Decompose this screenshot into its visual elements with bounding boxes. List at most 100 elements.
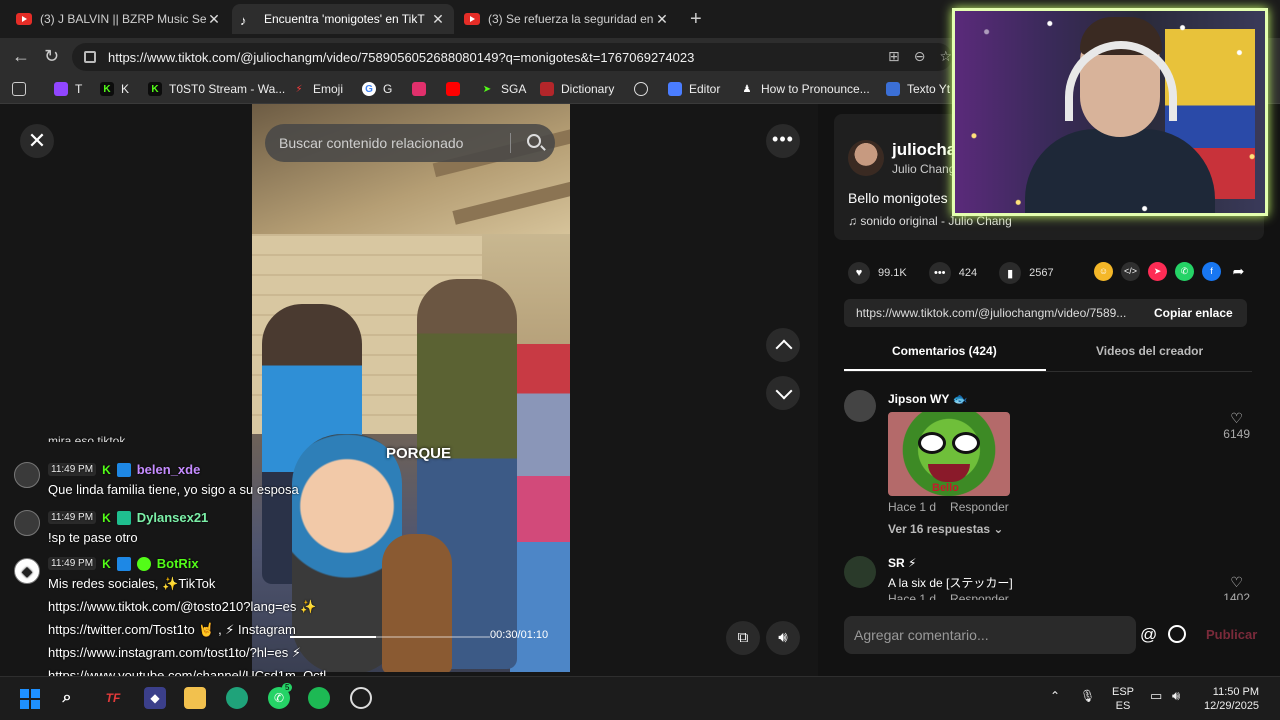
- reload-icon[interactable]: ↻: [44, 46, 59, 67]
- chat-link[interactable]: https://twitter.com/Tost1to 🤘 , ⚡ Instag…: [48, 622, 296, 638]
- reply-button[interactable]: Responder: [950, 592, 1009, 600]
- share-options: ☺ </> ➤ ✆ f ➦: [1094, 262, 1248, 281]
- close-tab-icon[interactable]: ✕: [206, 11, 222, 28]
- browser-tab-3[interactable]: (3) Se refuerza la seguridad en la c ✕: [456, 4, 678, 34]
- chat-cut-message: mira eso tiktok: [48, 434, 126, 442]
- send-icon[interactable]: ➤: [1148, 262, 1167, 281]
- tab-creator-videos[interactable]: Videos del creador: [1096, 344, 1203, 358]
- bookmark-editor[interactable]: Editor: [668, 82, 720, 96]
- video-frame-monigote: [382, 534, 452, 672]
- close-tab-icon[interactable]: ✕: [430, 11, 446, 28]
- comment-username[interactable]: SR ⚡: [888, 556, 916, 570]
- comment-meta: Hace 1 d Responder: [888, 500, 1009, 514]
- add-comment-bar: Agregar comentario... @ Publicar: [844, 616, 1262, 654]
- comment-button[interactable]: ••• 424: [928, 262, 977, 284]
- publish-button[interactable]: Publicar: [1206, 627, 1257, 642]
- bookmark-kick[interactable]: KK: [100, 82, 129, 96]
- bookmark-youtube[interactable]: [446, 82, 467, 96]
- browser-tab-2[interactable]: ♪ Encuentra 'monigotes' en TikT ✕: [232, 4, 454, 34]
- bookmarks-menu-icon[interactable]: [12, 82, 33, 96]
- youtube-icon: [464, 13, 480, 25]
- language-indicator[interactable]: ESP ES: [1112, 685, 1134, 713]
- browser-tab-1[interactable]: (3) J BALVIN || BZRP Music Session ✕: [8, 4, 230, 34]
- chat-link[interactable]: https://www.instagram.com/tost1to/?hl=es…: [48, 645, 301, 661]
- avatar[interactable]: [844, 390, 876, 422]
- view-replies-button[interactable]: Ver 16 respuestas ⌄: [888, 522, 1003, 536]
- coin-icon[interactable]: ☺: [1094, 262, 1113, 281]
- bolt-icon: ⚡: [295, 83, 303, 95]
- chat-text: Mis redes sociales, ✨TikTok: [48, 576, 216, 591]
- copy-link-button[interactable]: Copiar enlace: [1144, 306, 1233, 320]
- whatsapp-badge: 5: [282, 683, 293, 692]
- previous-video-button[interactable]: [766, 328, 800, 362]
- tab-title: (3) J BALVIN || BZRP Music Session: [40, 12, 206, 26]
- video-description: Bello monigotes: [848, 190, 948, 206]
- more-options-button[interactable]: •••: [766, 124, 800, 158]
- creator-username[interactable]: juliocha: [892, 140, 956, 160]
- close-video-button[interactable]: ✕: [20, 124, 54, 158]
- bookmark-instagram[interactable]: [412, 82, 433, 96]
- reply-button[interactable]: Responder: [950, 500, 1009, 514]
- avatar[interactable]: [844, 556, 876, 588]
- avatar[interactable]: [848, 140, 884, 176]
- next-video-button[interactable]: [766, 376, 800, 410]
- kick-icon: K: [102, 510, 111, 525]
- music-link[interactable]: ♫ sonido original - Julio Chang: [848, 214, 1012, 228]
- file-explorer-icon[interactable]: [184, 687, 206, 709]
- bookmark-twitch[interactable]: T: [54, 82, 82, 96]
- share-arrow-icon[interactable]: ➦: [1229, 262, 1248, 281]
- bookmark-sga[interactable]: ➤ SGA: [480, 82, 527, 96]
- like-button[interactable]: ♥ 99.1K: [848, 262, 907, 284]
- app-diamond-icon[interactable]: ◆: [144, 687, 166, 709]
- instagram-icon: [412, 82, 426, 96]
- kick-icon: K: [102, 556, 111, 571]
- edge-browser-icon[interactable]: [226, 687, 248, 709]
- copy-link-box: https://www.tiktok.com/@juliochangm/vide…: [844, 299, 1247, 327]
- bookmark-emoji[interactable]: ⚡ Emoji: [292, 82, 343, 96]
- new-tab-button[interactable]: +: [690, 8, 702, 31]
- app-tf-icon[interactable]: TF: [102, 687, 124, 709]
- spotify-icon[interactable]: [308, 687, 330, 709]
- picture-in-picture-button[interactable]: ⧉: [726, 621, 760, 655]
- bookmark-dictionary[interactable]: Dictionary: [540, 82, 614, 96]
- whatsapp-icon[interactable]: ✆: [1175, 262, 1194, 281]
- facebook-icon[interactable]: f: [1202, 262, 1221, 281]
- site-info-icon[interactable]: [84, 51, 96, 63]
- related-search-input[interactable]: Buscar contenido relacionado: [265, 124, 555, 162]
- mention-button[interactable]: @: [1140, 625, 1157, 645]
- add-comment-input[interactable]: Agregar comentario...: [844, 616, 1136, 654]
- tray-expand-icon[interactable]: ⌃: [1050, 689, 1060, 703]
- clock[interactable]: 11:50 PM 12/29/2025: [1204, 685, 1259, 713]
- close-tab-icon[interactable]: ✕: [654, 11, 670, 28]
- chat-link[interactable]: https://www.tiktok.com/@tosto210?lang=es…: [48, 599, 316, 615]
- comment-username[interactable]: Jipson WY 🐟: [888, 392, 967, 406]
- app-openai-icon[interactable]: [350, 687, 372, 709]
- bookmark-openai[interactable]: [634, 82, 655, 96]
- search-icon[interactable]: [527, 134, 541, 148]
- url-field[interactable]: https://www.tiktok.com/@juliochangm/vide…: [72, 43, 952, 71]
- network-icon[interactable]: ▭: [1150, 689, 1162, 703]
- embed-icon[interactable]: </>: [1121, 262, 1140, 281]
- comment-like-button[interactable]: ♡ 6149: [1223, 410, 1250, 441]
- comment-like-button[interactable]: ♡ 1402: [1223, 574, 1250, 600]
- comment-like-count: 6149: [1223, 427, 1250, 441]
- back-icon[interactable]: ←: [12, 46, 30, 67]
- volume-button[interactable]: 🔊︎: [766, 621, 800, 655]
- bookmark-tosto-stream[interactable]: K T0ST0 Stream - Wa...: [148, 82, 285, 96]
- bookmark-texto-yt[interactable]: Texto Yt: [886, 82, 950, 96]
- volume-icon[interactable]: 🔊︎: [1172, 689, 1180, 703]
- video-link-text: https://www.tiktok.com/@juliochangm/vide…: [856, 306, 1127, 320]
- tab-comments[interactable]: Comentarios (424): [892, 344, 997, 358]
- bookmark-how-to-pronounce[interactable]: ♟ How to Pronounce...: [740, 82, 870, 96]
- related-search-placeholder: Buscar contenido relacionado: [279, 135, 464, 151]
- windows-start-icon[interactable]: [20, 689, 40, 709]
- emoji-icon[interactable]: [1168, 625, 1186, 643]
- save-button[interactable]: ▮ 2567: [999, 262, 1054, 284]
- person-icon: ♟: [742, 83, 752, 95]
- comment-list: Jipson WY 🐟 Bello Hace 1 d Responder Ver …: [844, 384, 1252, 600]
- bookmark-google[interactable]: GG: [362, 82, 392, 96]
- chat-username: Dylansex21: [136, 510, 209, 525]
- heart-icon: ♥: [848, 262, 870, 284]
- search-icon[interactable]: ⌕: [56, 687, 78, 709]
- microphone-icon[interactable]: 🎙︎: [1080, 689, 1095, 703]
